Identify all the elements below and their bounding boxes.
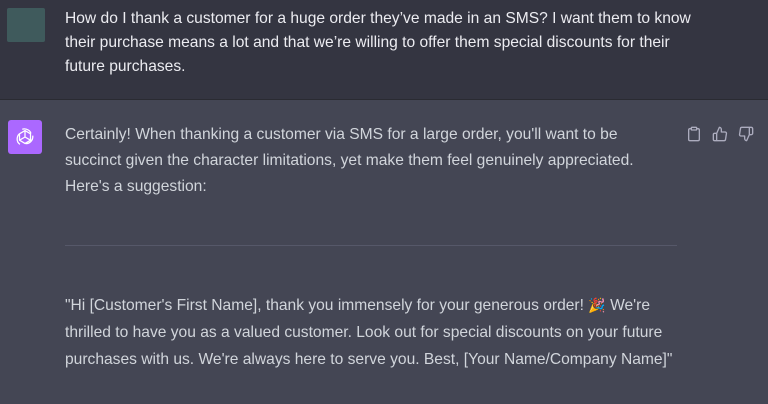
assistant-quote-text: "Hi [Customer's First Name], thank you i… [65, 292, 685, 373]
user-message-row: How do I thank a customer for a huge ord… [0, 0, 768, 100]
like-button[interactable] [712, 125, 728, 143]
user-message-text: How do I thank a customer for a huge ord… [65, 10, 691, 75]
quote-part-1: "Hi [Customer's First Name], thank you i… [65, 297, 589, 314]
user-avatar [7, 8, 45, 42]
message-actions [686, 124, 754, 144]
thumbs-down-icon [738, 126, 754, 142]
assistant-message-row: Certainly! When thanking a customer via … [0, 100, 768, 404]
divider [65, 245, 677, 246]
chatgpt-logo-icon [8, 120, 42, 154]
copy-button[interactable] [686, 125, 702, 143]
clipboard-icon [688, 126, 700, 142]
thumbs-up-icon [712, 126, 728, 142]
party-popper-emoji: 🎉 [588, 297, 606, 313]
dislike-button[interactable] [738, 125, 754, 143]
assistant-intro-text: Certainly! When thanking a customer via … [65, 126, 634, 195]
